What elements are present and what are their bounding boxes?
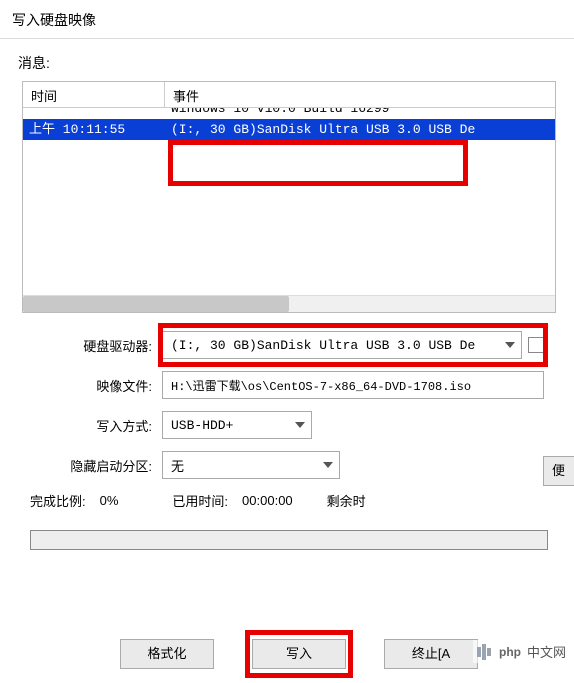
drive-label: 硬盘驱动器: <box>12 336 162 355</box>
done-label: 完成比例: <box>30 491 86 510</box>
done-value: 0% <box>100 493 119 508</box>
col-header-time[interactable]: 时间 <box>23 82 165 107</box>
scrollbar-thumb[interactable] <box>23 296 289 312</box>
log-header: 时间 事件 <box>23 82 555 108</box>
drive-select[interactable]: (I:, 30 GB)SanDisk Ultra USB 3.0 USB De <box>162 331 522 359</box>
convenient-button[interactable]: 便 <box>543 456 574 486</box>
progress-bar <box>30 530 548 550</box>
hidden-boot-select[interactable]: 无 <box>162 451 340 479</box>
chevron-down-icon <box>295 422 305 428</box>
drive-checkbox[interactable] <box>528 337 544 353</box>
write-mode-label: 写入方式: <box>12 416 162 435</box>
write-button[interactable]: 写入 <box>252 639 346 669</box>
hidden-boot-label: 隐藏启动分区: <box>12 456 162 475</box>
chevron-down-icon <box>323 462 333 468</box>
cell-event: (I:, 30 GB)SanDisk Ultra USB 3.0 USB De <box>165 119 555 140</box>
image-file-value: H:\迅雷下载\os\CentOS-7-x86_64-DVD-1708.iso <box>171 377 471 394</box>
used-time-value: 00:00:00 <box>242 493 293 508</box>
image-file-input[interactable]: H:\迅雷下载\os\CentOS-7-x86_64-DVD-1708.iso <box>162 371 544 399</box>
watermark-logo-icon <box>477 644 491 660</box>
info-label: 消息: <box>0 39 574 79</box>
horizontal-scrollbar[interactable] <box>23 295 555 312</box>
cell-event: Windows 10 v10.0 Build 16299 <box>165 108 555 119</box>
abort-button[interactable]: 终止[A <box>384 639 478 669</box>
col-header-event[interactable]: 事件 <box>165 82 555 107</box>
hidden-boot-value: 无 <box>171 456 184 475</box>
log-body: Windows 10 v10.0 Build 16299 上午 10:11:55… <box>23 108 555 140</box>
window-title: 写入硬盘映像 <box>0 0 574 39</box>
cell-time <box>23 108 165 119</box>
watermark-text: 中文网 <box>527 642 566 661</box>
watermark: php 中文网 <box>473 640 570 663</box>
image-file-label: 映像文件: <box>12 376 162 395</box>
log-table: 时间 事件 Windows 10 v10.0 Build 16299 上午 10… <box>22 81 556 313</box>
watermark-php: php <box>499 645 521 659</box>
write-button-label: 写入 <box>286 646 312 661</box>
remain-time-label: 剩余时 <box>327 491 366 510</box>
format-button[interactable]: 格式化 <box>120 639 214 669</box>
table-row[interactable]: Windows 10 v10.0 Build 16299 <box>23 108 555 119</box>
chevron-down-icon <box>505 342 515 348</box>
table-row[interactable]: 上午 10:11:55 (I:, 30 GB)SanDisk Ultra USB… <box>23 119 555 140</box>
write-mode-select[interactable]: USB-HDD+ <box>162 411 312 439</box>
used-time-label: 已用时间: <box>172 491 228 510</box>
write-mode-value: USB-HDD+ <box>171 418 233 433</box>
drive-value: (I:, 30 GB)SanDisk Ultra USB 3.0 USB De <box>171 338 475 353</box>
cell-time: 上午 10:11:55 <box>23 119 165 140</box>
